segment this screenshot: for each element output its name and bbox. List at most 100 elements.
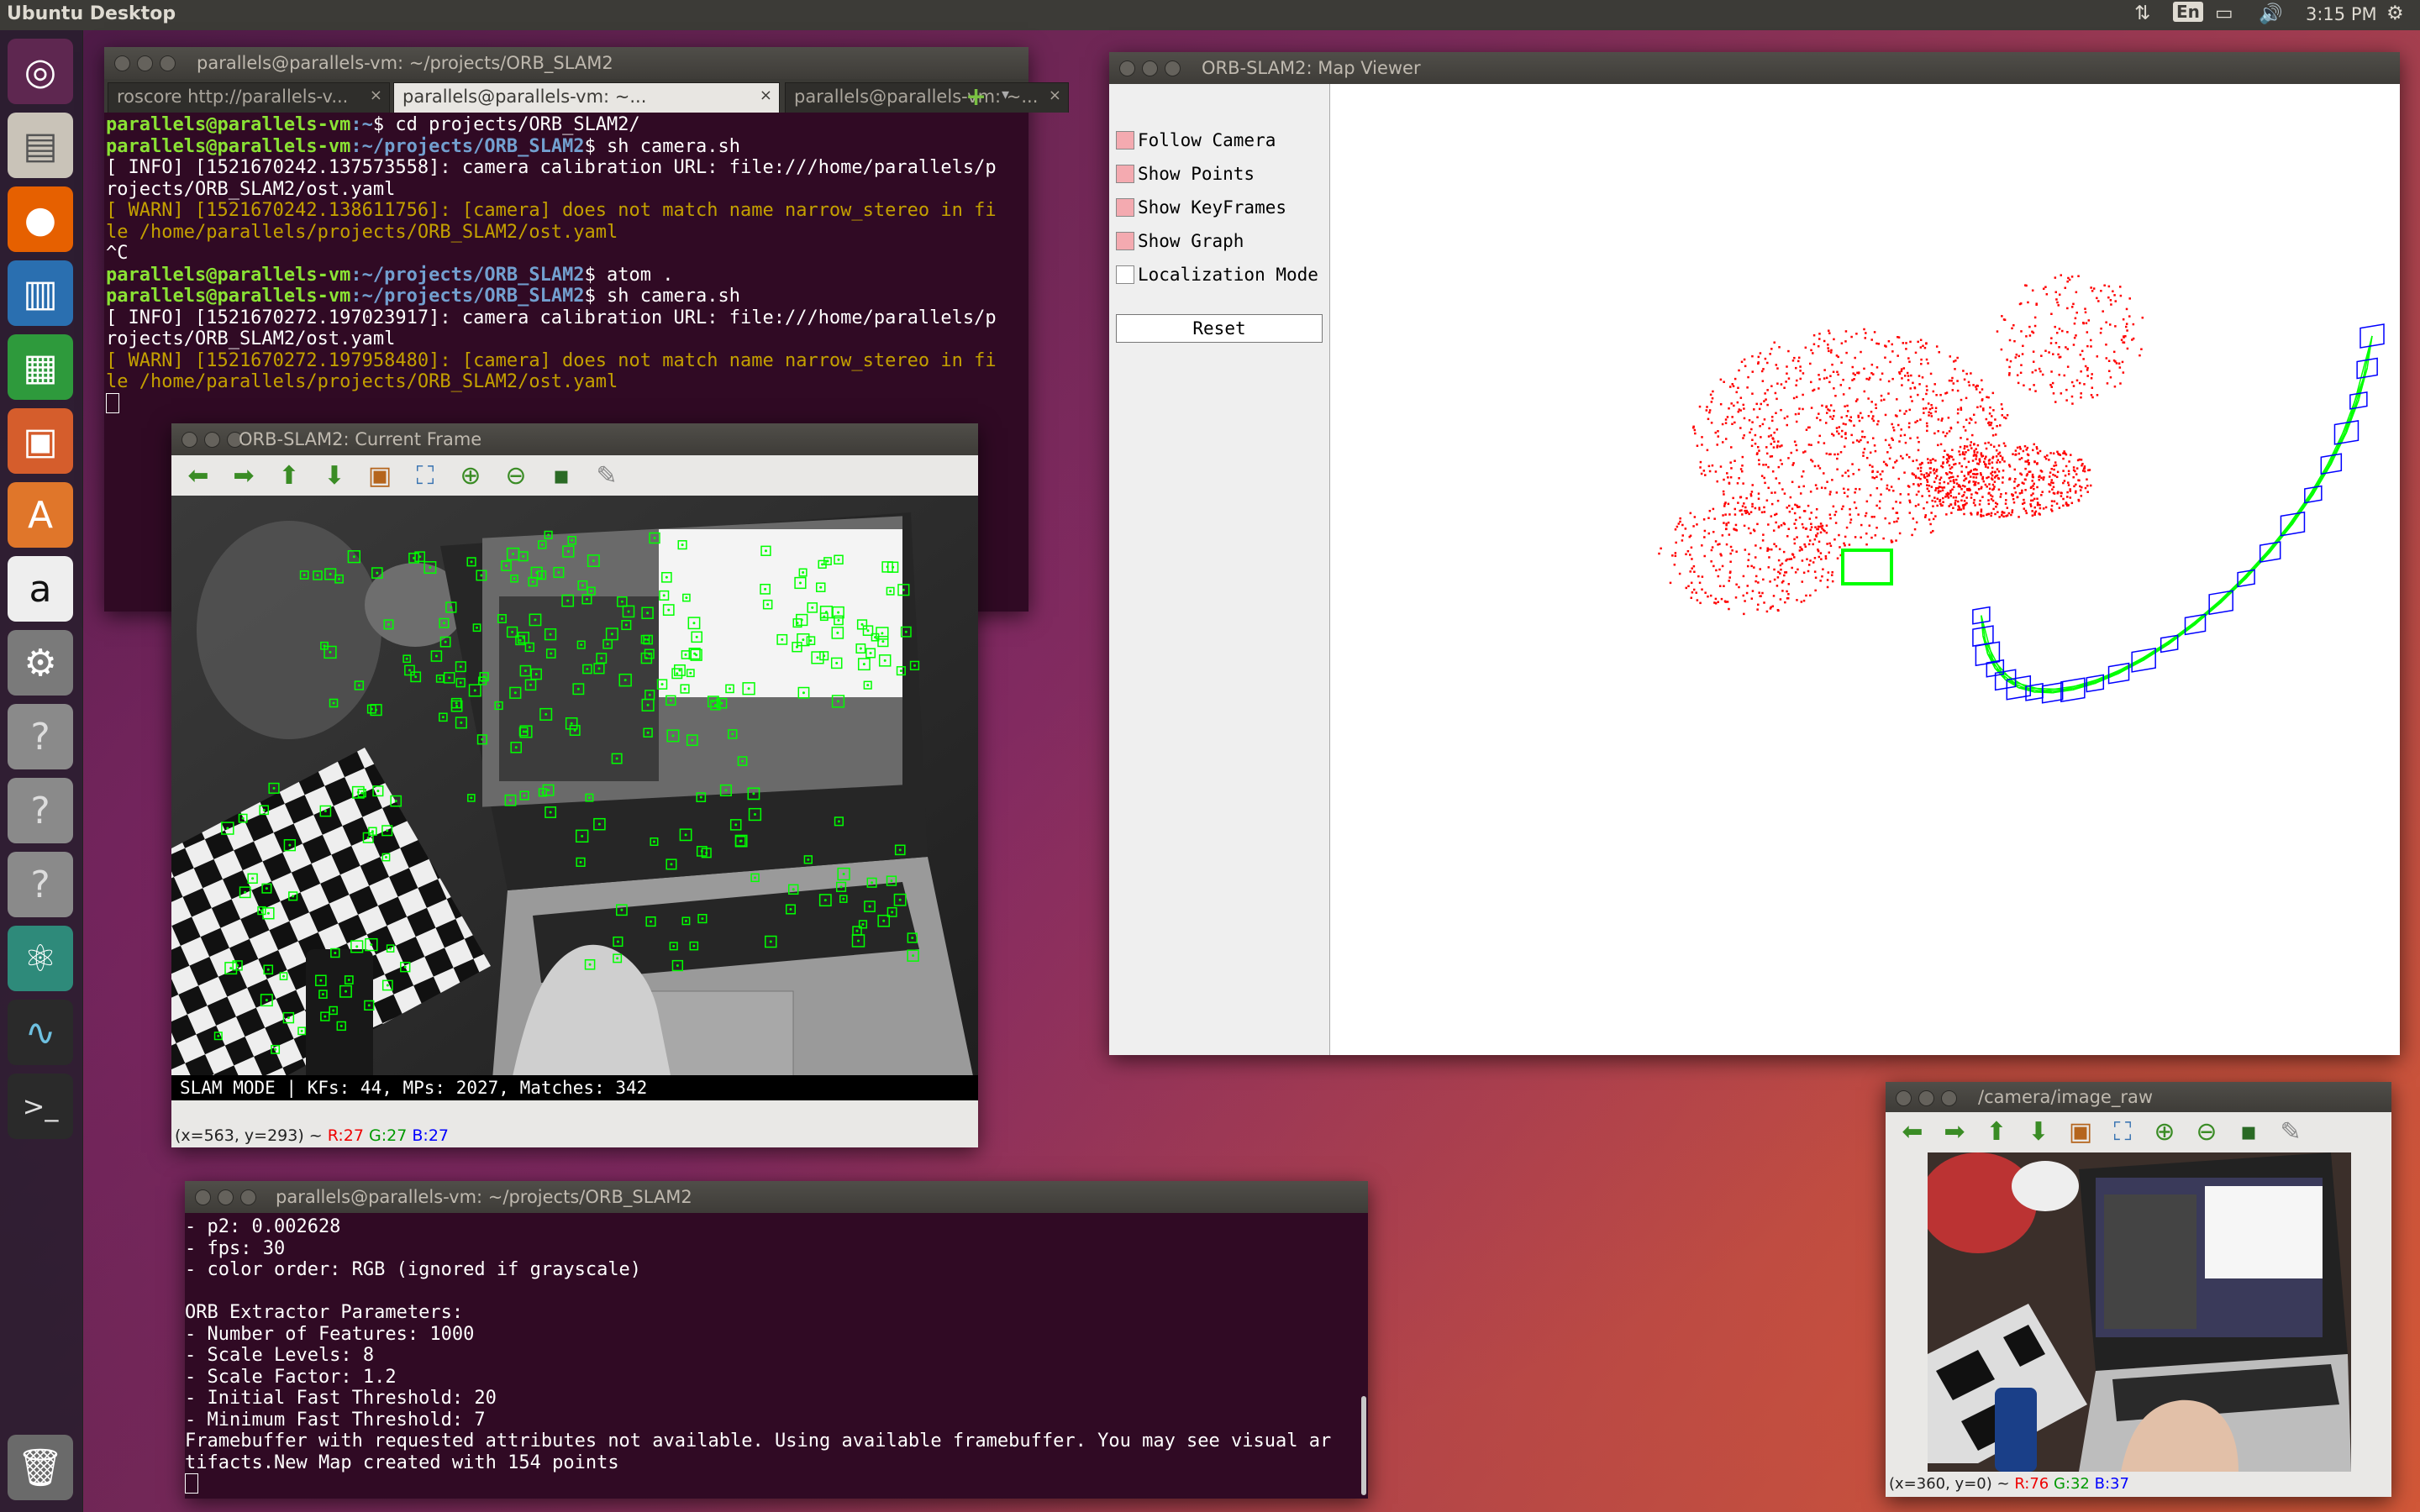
maximize-button[interactable] (240, 1189, 256, 1205)
show-keyframes-checkbox[interactable]: Show KeyFrames (1116, 193, 1286, 222)
close-button[interactable] (1119, 60, 1135, 76)
new-tab-icon[interactable]: + (965, 82, 986, 112)
unknown-app-icon[interactable]: ? (8, 704, 73, 769)
arrow-down-icon[interactable]: ⬇ (318, 460, 351, 491)
battery-icon[interactable]: ▭ (2215, 3, 2233, 24)
scrollbar[interactable] (1361, 1396, 1366, 1495)
close-tab-icon[interactable]: × (370, 87, 382, 104)
show-points-checkbox[interactable]: Show Points (1116, 160, 1255, 188)
terminal-icon[interactable]: >_ (8, 1074, 73, 1139)
calc-icon[interactable]: ▦ (8, 334, 73, 400)
reset-button[interactable]: Reset (1116, 314, 1323, 343)
system-monitor-icon[interactable]: ∿ (8, 1000, 73, 1065)
title-bar[interactable]: parallels@parallels-vm: ~/projects/ORB_S… (185, 1181, 1368, 1213)
show-graph-checkbox[interactable]: Show Graph (1116, 227, 1244, 255)
map-point (2002, 442, 2006, 445)
close-button[interactable] (182, 432, 197, 448)
amazon-icon[interactable]: a (8, 556, 73, 622)
terminal-output[interactable]: - p2: 0.002628- fps: 30- color order: RG… (185, 1213, 1368, 1499)
network-icon[interactable]: ⇅ (2134, 3, 2150, 24)
files-icon[interactable]: ▤ (8, 113, 73, 178)
clock[interactable]: 3:15 PM (2306, 4, 2377, 24)
image-raw-window[interactable]: /camera/image_raw ⬅ ➡ ⬆ ⬇ ▣ ⛶ ⊕ ⊖ ▪ ✎ (x… (1886, 1082, 2391, 1497)
brush-icon[interactable]: ✎ (2274, 1116, 2307, 1147)
system-settings-icon[interactable]: ⚙ (8, 630, 73, 696)
zoom-out-icon[interactable]: ⊖ (2190, 1116, 2223, 1147)
close-button[interactable] (1896, 1090, 1912, 1106)
minimize-button[interactable] (218, 1189, 234, 1205)
brush-icon[interactable]: ✎ (590, 460, 623, 491)
checkbox-box[interactable] (1116, 165, 1134, 183)
save-icon[interactable]: ▪ (2232, 1116, 2265, 1147)
terminal-window-bottom[interactable]: parallels@parallels-vm: ~/projects/ORB_S… (185, 1181, 1368, 1499)
unknown-app-icon[interactable]: ? (8, 852, 73, 917)
map-point (1891, 507, 1895, 510)
close-button[interactable] (114, 55, 130, 71)
image-icon[interactable]: ▣ (2064, 1116, 2097, 1147)
trash-icon[interactable]: 🗑 (8, 1435, 73, 1500)
arrow-up-icon[interactable]: ⬆ (1980, 1116, 2013, 1147)
feature-point-center (837, 611, 840, 614)
title-bar[interactable]: parallels@parallels-vm: ~/projects/ORB_S… (104, 47, 1028, 79)
checkbox-box[interactable] (1116, 265, 1134, 284)
close-button[interactable] (195, 1189, 211, 1205)
title-bar[interactable]: /camera/image_raw (1886, 1082, 2391, 1112)
fit-icon[interactable]: ⛶ (408, 460, 442, 491)
arrow-left-icon[interactable]: ⬅ (1896, 1116, 1929, 1147)
arrow-right-icon[interactable]: ➡ (1938, 1116, 1971, 1147)
keyboard-layout-indicator[interactable]: En (2173, 2, 2203, 22)
impress-icon[interactable]: ▣ (8, 408, 73, 474)
maximize-button[interactable] (160, 55, 176, 71)
close-tab-icon[interactable]: × (1049, 87, 1061, 104)
gear-icon[interactable]: ⚙ (2386, 3, 2404, 24)
arrow-right-icon[interactable]: ➡ (227, 460, 260, 491)
camera-frame-view[interactable]: SLAM MODE | KFs: 44, MPs: 2027, Matches:… (171, 496, 978, 1100)
maximize-button[interactable] (1165, 60, 1181, 76)
zoom-in-icon[interactable]: ⊕ (2148, 1116, 2181, 1147)
map-point (1802, 451, 1805, 454)
map-point (1810, 526, 1813, 528)
current-frame-window[interactable]: ORB-SLAM2: Current Frame ⬅ ➡ ⬆ ⬇ ▣ ⛶ ⊕ ⊖… (171, 423, 978, 1147)
tab-roscore[interactable]: roscore http://parallels-v... × (108, 82, 390, 113)
tab-orb-slam2[interactable]: parallels@parallels-vm: ~... × (393, 82, 780, 113)
arrow-up-icon[interactable]: ⬆ (272, 460, 306, 491)
checkbox-box[interactable] (1116, 198, 1134, 217)
arrow-down-icon[interactable]: ⬇ (2022, 1116, 2055, 1147)
map-point (1781, 488, 1784, 491)
tab-third[interactable]: parallels@parallels-vm: ~... × (785, 82, 1069, 113)
map-point (1846, 404, 1849, 407)
follow-camera-checkbox[interactable]: Follow Camera (1116, 126, 1276, 155)
raw-camera-view[interactable] (1928, 1152, 2351, 1472)
volume-icon[interactable]: 🔊 (2259, 3, 2283, 25)
writer-icon[interactable]: ▥ (8, 260, 73, 326)
minimize-button[interactable] (1918, 1090, 1934, 1106)
localization-mode-checkbox[interactable]: Localization Mode (1116, 260, 1318, 289)
maximize-button[interactable] (1941, 1090, 1957, 1106)
atom-icon[interactable]: ⚛ (8, 926, 73, 991)
checkbox-box[interactable] (1116, 131, 1134, 150)
fit-icon[interactable]: ⛶ (2106, 1116, 2139, 1147)
image-icon[interactable]: ▣ (363, 460, 397, 491)
minimize-button[interactable] (1142, 60, 1158, 76)
minimize-button[interactable] (204, 432, 220, 448)
title-bar[interactable]: ORB-SLAM2: Map Viewer (1109, 52, 2400, 84)
ubuntu-dash-icon[interactable]: ◎ (8, 39, 73, 104)
map-point (1770, 491, 1773, 494)
arrow-left-icon[interactable]: ⬅ (182, 460, 215, 491)
map-point (1669, 581, 1672, 585)
map-3d-view[interactable] (1330, 84, 2399, 1055)
minimize-button[interactable] (137, 55, 153, 71)
save-icon[interactable]: ▪ (544, 460, 578, 491)
map-point (2013, 480, 2016, 483)
unknown-app-icon[interactable]: ? (8, 778, 73, 843)
tab-menu-icon[interactable]: ▾ (1002, 86, 1009, 103)
software-center-icon[interactable]: A (8, 482, 73, 548)
map-point (2085, 322, 2088, 324)
title-bar[interactable]: ORB-SLAM2: Current Frame (171, 423, 978, 455)
zoom-out-icon[interactable]: ⊖ (499, 460, 533, 491)
map-viewer-window[interactable]: ORB-SLAM2: Map Viewer Follow Camera Show… (1109, 52, 2400, 1055)
zoom-in-icon[interactable]: ⊕ (454, 460, 487, 491)
firefox-icon[interactable]: ● (8, 186, 73, 252)
close-tab-icon[interactable]: × (760, 87, 772, 104)
checkbox-box[interactable] (1116, 232, 1134, 250)
